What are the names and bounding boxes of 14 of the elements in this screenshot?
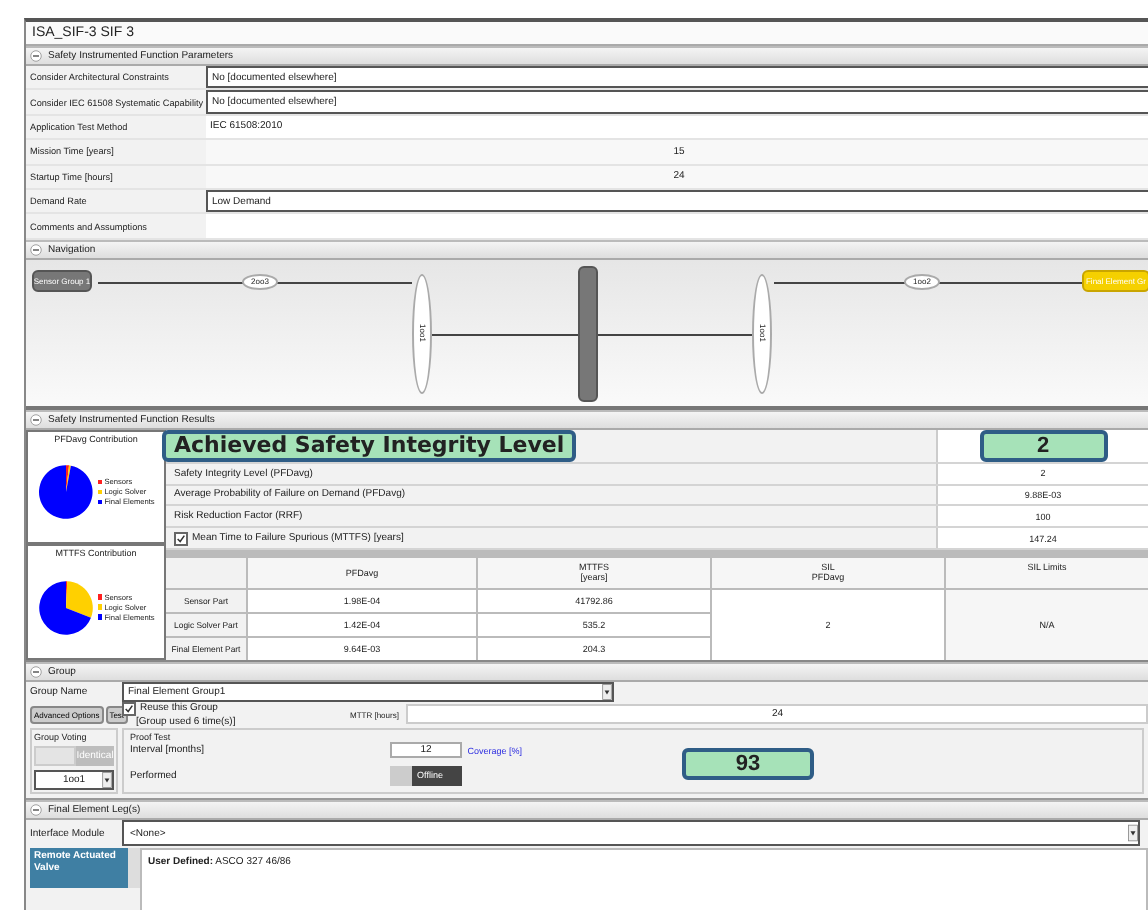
- table-corner-cell: [166, 557, 246, 588]
- pie-chart-drawing: [37, 579, 94, 636]
- collapse-icon[interactable]: [30, 50, 42, 62]
- logic-solver-node[interactable]: [578, 265, 598, 402]
- checkbox[interactable]: [174, 531, 188, 546]
- collapse-icon[interactable]: [30, 803, 42, 816]
- pie-chart-drawing: [37, 464, 94, 521]
- highlight-label: Achieved Safety Integrity Level: [162, 429, 577, 462]
- collapse-icon[interactable]: [30, 243, 42, 256]
- collapse-icon[interactable]: [30, 665, 42, 678]
- collapse-icon[interactable]: [30, 413, 42, 426]
- coverage-value[interactable]: 93: [682, 748, 814, 781]
- highlight-value: 2: [979, 429, 1107, 462]
- input-field[interactable]: [206, 214, 1148, 238]
